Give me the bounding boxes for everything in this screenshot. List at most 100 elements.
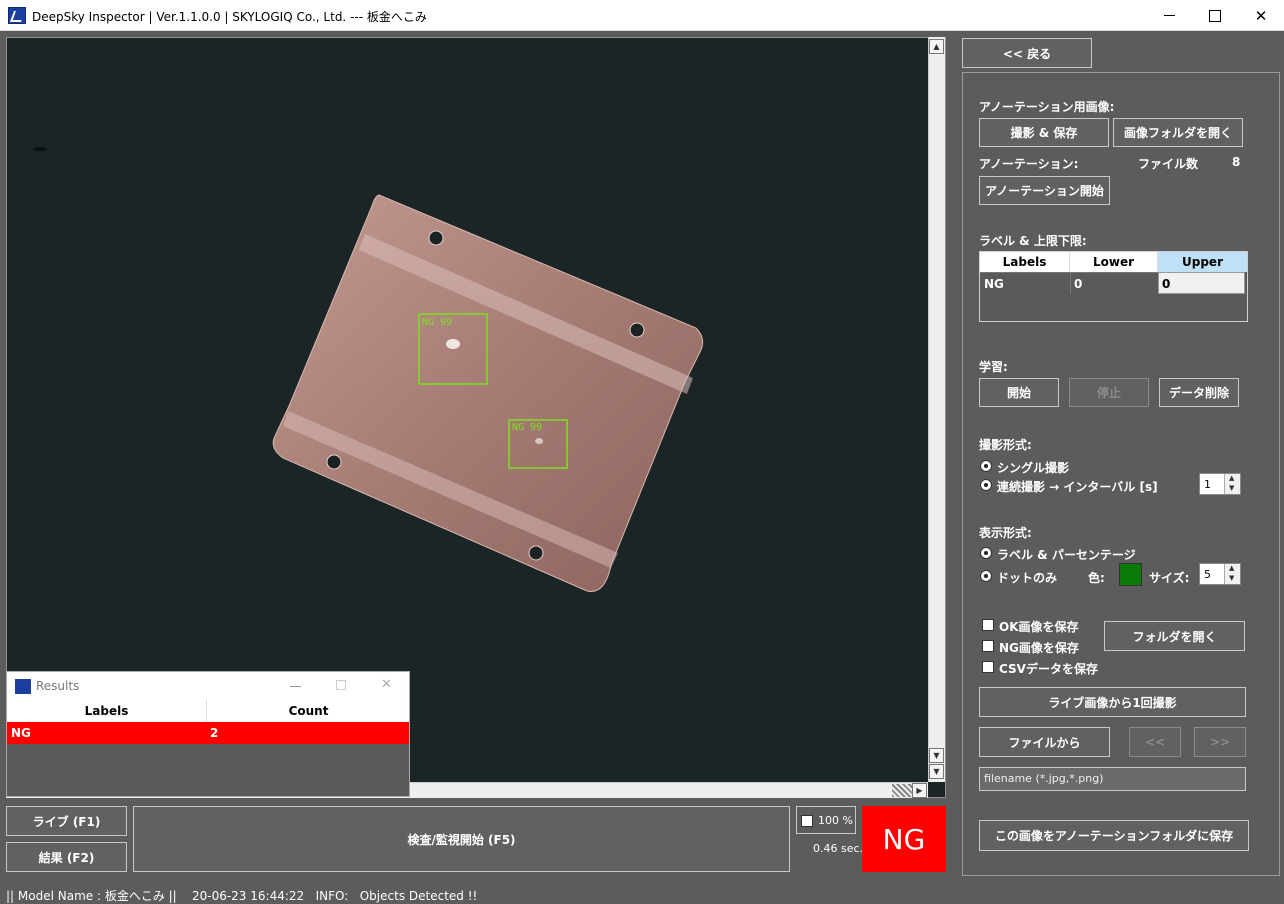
size-label: サイズ:: [1149, 571, 1190, 585]
elapsed-time: 0.46 sec.: [813, 842, 864, 855]
dots-only-radio[interactable]: [980, 570, 992, 582]
sheet-metal-plate: [272, 194, 704, 592]
capture-once-button[interactable]: ライブ画像から1回撮影: [979, 687, 1246, 717]
annotation-start-button[interactable]: アノーテーション開始: [979, 176, 1110, 205]
save-ng-checkbox[interactable]: [982, 640, 994, 652]
continuous-capture-radio[interactable]: [980, 479, 992, 491]
save-to-annotation-button[interactable]: この画像をアノーテーションフォルダに保存: [979, 820, 1249, 851]
label-percent-radio[interactable]: [980, 547, 992, 559]
stepper-arrows-icon[interactable]: [1224, 564, 1240, 584]
window-title: DeepSky Inspector | Ver.1.1.0.0 | SKYLOG…: [32, 10, 427, 24]
mounting-hole: [326, 454, 342, 470]
minimize-icon[interactable]: [290, 686, 301, 687]
app-logo-icon: [8, 7, 26, 24]
file-count-label: ファイル数: [1138, 157, 1199, 171]
dent-defect: [535, 438, 543, 444]
from-file-button[interactable]: ファイルから: [979, 727, 1110, 757]
verdict-badge: NG: [862, 806, 946, 872]
result-label-cell: NG: [11, 726, 31, 740]
label-limits-label: ラベル & 上限下限:: [979, 234, 1087, 248]
size-value: 5: [1204, 568, 1211, 581]
title-bar: DeepSky Inspector | Ver.1.1.0.0 | SKYLOG…: [0, 0, 1284, 31]
minimize-button[interactable]: [1146, 0, 1192, 31]
results-window[interactable]: Results ✕ Labels Count NG 2: [6, 671, 410, 797]
filename-field[interactable]: filename (*.jpg,*.png): [979, 767, 1246, 791]
zoom-toggle[interactable]: 100 %: [796, 806, 856, 834]
result-button[interactable]: 結果 (F2): [6, 842, 127, 872]
capture-save-button[interactable]: 撮影 & 保存: [979, 118, 1109, 147]
annotation-images-label: アノーテーション用画像:: [979, 100, 1115, 114]
single-capture-label: シングル撮影: [997, 461, 1070, 475]
column-header-labels: Labels: [980, 252, 1070, 272]
scroll-right-arrow-icon[interactable]: ▶: [912, 783, 927, 798]
learn-stop-button[interactable]: 停止: [1069, 378, 1149, 407]
status-bar: || Model Name : 板金へこみ || 20-06-23 16:44:…: [0, 882, 1284, 904]
annotation-label: アノーテーション:: [979, 157, 1079, 171]
file-count-value: 8: [1232, 155, 1241, 169]
mounting-hole: [629, 322, 645, 338]
lower-value: 0: [1074, 277, 1083, 291]
close-button[interactable]: ✕: [1238, 0, 1284, 31]
live-button[interactable]: ライブ (F1): [6, 806, 127, 836]
inspect-start-button[interactable]: 検査/監視開始 (F5): [133, 806, 790, 872]
column-header-lower: Lower: [1070, 252, 1158, 272]
table-cell[interactable]: 0: [1070, 272, 1158, 294]
mounting-hole: [528, 545, 544, 561]
continuous-capture-label: 連続撮影 → インターバル [s]: [997, 480, 1158, 494]
mounting-hole: [428, 230, 444, 246]
table-cell[interactable]: NG: [980, 272, 1070, 294]
label-limits-table[interactable]: Labels Lower Upper NG 0 0: [979, 251, 1248, 322]
results-title: Results: [36, 679, 80, 693]
prev-image-button[interactable]: <<: [1129, 727, 1181, 757]
vertical-scrollbar[interactable]: ▲ ▼ ▼: [928, 37, 945, 782]
save-ok-checkbox[interactable]: [982, 619, 994, 631]
scroll-up-arrow-icon[interactable]: ▲: [929, 39, 944, 54]
detection-label: NG 99: [422, 317, 452, 328]
dust-speck: [33, 147, 47, 151]
back-button[interactable]: << 戻る: [962, 38, 1092, 68]
resize-grip[interactable]: [892, 784, 912, 797]
status-text: || Model Name : 板金へこみ || 20-06-23 16:44:…: [6, 889, 478, 903]
save-ng-label: NG画像を保存: [999, 641, 1079, 655]
app-logo-icon: [15, 679, 31, 694]
save-csv-checkbox[interactable]: [982, 661, 994, 673]
upper-value: 0: [1162, 277, 1171, 291]
maximize-icon[interactable]: [336, 680, 346, 690]
save-ok-label: OK画像を保存: [999, 620, 1079, 634]
upper-input[interactable]: 0: [1158, 272, 1245, 294]
save-csv-label: CSVデータを保存: [999, 662, 1098, 676]
dots-only-label: ドットのみ: [997, 571, 1058, 585]
detection-label: NG 99: [512, 422, 542, 433]
maximize-button[interactable]: [1192, 0, 1238, 31]
results-title-bar: Results ✕: [7, 672, 409, 700]
column-header-upper: Upper: [1158, 252, 1247, 272]
size-stepper[interactable]: 5: [1199, 563, 1241, 585]
open-image-folder-button[interactable]: 画像フォルダを開く: [1113, 118, 1243, 147]
learning-label: 学習:: [979, 360, 1008, 374]
result-count-cell: 2: [210, 726, 219, 740]
delete-data-button[interactable]: データ削除: [1159, 378, 1239, 407]
zoom-label: 100 %: [818, 814, 853, 827]
open-folder-button[interactable]: フォルダを開く: [1104, 621, 1245, 651]
scroll-down-arrow-icon[interactable]: ▼: [929, 764, 944, 779]
display-mode-label: 表示形式:: [979, 526, 1032, 540]
next-image-button[interactable]: >>: [1194, 727, 1246, 757]
close-icon: ✕: [1254, 6, 1268, 25]
scroll-down-arrow-icon[interactable]: ▼: [929, 748, 944, 763]
learn-start-button[interactable]: 開始: [979, 378, 1059, 407]
interval-stepper[interactable]: 1: [1199, 473, 1241, 495]
stepper-arrows-icon[interactable]: [1224, 474, 1240, 494]
color-label: 色:: [1088, 571, 1105, 585]
column-header-count: Count: [288, 704, 329, 718]
close-icon[interactable]: ✕: [381, 677, 392, 692]
table-row[interactable]: NG 2: [7, 722, 409, 744]
results-table-header: Labels Count: [7, 700, 409, 722]
column-header-labels: Labels: [7, 700, 207, 722]
capture-mode-label: 撮影形式:: [979, 438, 1032, 452]
dot-color-swatch[interactable]: [1119, 563, 1142, 586]
interval-value: 1: [1204, 478, 1211, 491]
label-percent-label: ラベル & パーセンテージ: [997, 548, 1136, 562]
single-capture-radio[interactable]: [980, 460, 992, 472]
row-label: NG: [984, 277, 1004, 291]
zoom-checkbox[interactable]: [801, 815, 813, 827]
